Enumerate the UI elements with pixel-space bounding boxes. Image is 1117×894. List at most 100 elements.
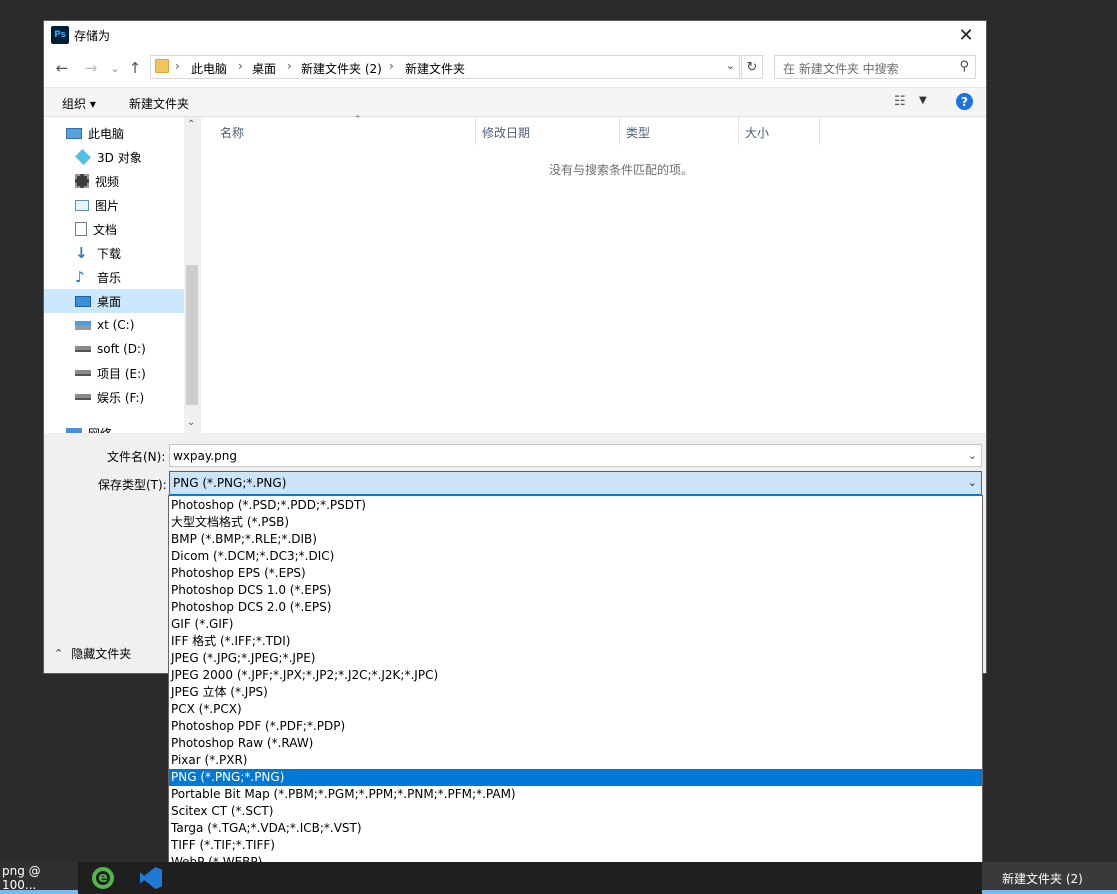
chevron-down-icon[interactable]: ⌄: [968, 476, 977, 489]
filetype-option[interactable]: Dicom (*.DCM;*.DC3;*.DIC): [169, 548, 982, 565]
folder-icon: [155, 59, 169, 73]
forward-arrow-icon[interactable]: →: [82, 59, 100, 77]
filetype-option[interactable]: JPEG 立体 (*.JPS): [169, 684, 982, 701]
picture-icon: [75, 199, 89, 211]
column-header-label: 名称: [220, 126, 245, 140]
breadcrumb-this-pc[interactable]: 此电脑: [191, 60, 227, 77]
hide-folders-button[interactable]: ⌃ 隐藏文件夹: [54, 645, 131, 662]
filetype-option[interactable]: Photoshop DCS 1.0 (*.EPS): [169, 582, 982, 599]
filetype-option[interactable]: PNG (*.PNG;*.PNG): [169, 769, 982, 786]
chevron-up-icon[interactable]: ⌃: [187, 119, 195, 130]
drive-icon: [75, 320, 91, 330]
sidebar-item-drive-c[interactable]: xt (C:): [44, 313, 184, 337]
filetype-option[interactable]: Photoshop PDF (*.PDF;*.PDP): [169, 718, 982, 735]
sidebar-item-3d-objects[interactable]: 3D 对象: [44, 145, 184, 169]
address-bar[interactable]: › 此电脑 › 桌面 › 新建文件夹 (2) › 新建文件夹 ⌄: [150, 55, 740, 79]
sort-ascending-icon: ⌃: [354, 115, 362, 125]
sidebar-item-label: xt (C:): [97, 318, 135, 332]
column-header-size[interactable]: 大小: [739, 117, 820, 145]
filetype-value: PNG (*.PNG;*.PNG): [173, 476, 287, 490]
view-options-icon[interactable]: ☷: [894, 94, 906, 109]
sidebar-item-label: 文档: [93, 222, 118, 237]
sidebar-item-drive-f[interactable]: 娱乐 (F:): [44, 385, 184, 409]
filetype-option[interactable]: GIF (*.GIF): [169, 616, 982, 633]
filetype-option[interactable]: JPEG 2000 (*.JPF;*.JPX;*.JP2;*.J2C;*.J2K…: [169, 667, 982, 684]
command-bar: 组织 ▾ 新建文件夹 ☷ ▼ ?: [44, 87, 986, 117]
filetype-option[interactable]: TIFF (*.TIF;*.TIFF): [169, 837, 982, 854]
sidebar-item-label: 视频: [95, 174, 120, 189]
sidebar-item-pictures[interactable]: 图片: [44, 193, 184, 217]
back-arrow-icon[interactable]: ←: [53, 59, 71, 77]
chevron-down-icon[interactable]: ⌄: [968, 449, 977, 462]
filetype-option[interactable]: Targa (*.TGA;*.VDA;*.ICB;*.VST): [169, 820, 982, 837]
search-icon[interactable]: ⚲: [959, 59, 969, 74]
sidebar-item-music[interactable]: ♪ 音乐: [44, 265, 184, 289]
sidebar-item-desktop[interactable]: 桌面: [44, 289, 184, 313]
chevron-down-icon[interactable]: ▼: [919, 95, 927, 106]
sidebar-item-label: 网络: [88, 425, 112, 434]
breadcrumb-new-folder-2[interactable]: 新建文件夹 (2): [301, 60, 382, 77]
music-icon: ♪: [75, 268, 85, 286]
taskbar-vscode-button[interactable]: [134, 862, 168, 894]
filename-label: 文件名(N):: [107, 450, 166, 464]
filetype-option[interactable]: Photoshop DCS 2.0 (*.EPS): [169, 599, 982, 616]
filename-field[interactable]: wxpay.png ⌄: [169, 444, 982, 467]
filetype-option[interactable]: Scitex CT (*.SCT): [169, 803, 982, 820]
sidebar-scrollbar[interactable]: ⌃ ⌄: [184, 117, 200, 433]
help-icon[interactable]: ?: [956, 93, 973, 110]
download-icon: ↓: [75, 244, 88, 262]
filetype-option[interactable]: BMP (*.BMP;*.RLE;*.DIB): [169, 531, 982, 548]
column-header-date[interactable]: 修改日期: [476, 117, 620, 145]
breadcrumb-desktop[interactable]: 桌面: [252, 60, 276, 77]
filetype-option[interactable]: Photoshop EPS (*.EPS): [169, 565, 982, 582]
taskbar-browser-button[interactable]: e: [88, 862, 118, 894]
sidebar-item-this-pc[interactable]: 此电脑: [44, 121, 184, 145]
filetype-select[interactable]: PNG (*.PNG;*.PNG) ⌄: [169, 471, 982, 495]
breadcrumb-separator-icon: ›: [238, 59, 243, 73]
filetype-option[interactable]: IFF 格式 (*.IFF;*.TDI): [169, 633, 982, 650]
navigation-bar: ← → ⌄ ↑ › 此电脑 › 桌面 › 新建文件夹 (2) › 新建文件夹 ⌄…: [44, 49, 986, 87]
filetype-option[interactable]: PCX (*.PCX): [169, 701, 982, 718]
filetype-dropdown-list: Photoshop (*.PSD;*.PDD;*.PSDT) 大型文档格式 (*.…: [168, 495, 983, 887]
refresh-icon[interactable]: ↻: [741, 55, 763, 79]
organize-button[interactable]: 组织 ▾: [62, 95, 96, 112]
drive-icon: [75, 370, 91, 376]
sidebar-item-downloads[interactable]: ↓ 下载: [44, 241, 184, 265]
sidebar-item-documents[interactable]: 文档: [44, 217, 184, 241]
chevron-down-icon[interactable]: ⌄: [726, 59, 735, 72]
active-indicator: [0, 890, 78, 894]
sidebar-item-label: 音乐: [97, 270, 122, 285]
dialog-title: 存储为: [74, 29, 111, 43]
chevron-up-icon: ⌃: [54, 647, 64, 660]
breadcrumb-separator-icon: ›: [287, 59, 292, 73]
search-placeholder: 在 新建文件夹 中搜索: [783, 62, 899, 76]
close-button[interactable]: ✕: [954, 23, 978, 47]
column-header-type[interactable]: 类型: [620, 117, 739, 145]
filetype-option[interactable]: 大型文档格式 (*.PSB): [169, 514, 982, 531]
breadcrumb-separator-icon: ›: [389, 59, 394, 73]
title-bar: Ps 存储为 ✕: [44, 21, 986, 49]
filetype-option[interactable]: Portable Bit Map (*.PBM;*.PGM;*.PPM;*.PN…: [169, 786, 982, 803]
column-header-label: 大小: [745, 126, 770, 140]
column-header-name[interactable]: 名称 ⌃: [214, 115, 476, 145]
new-folder-button[interactable]: 新建文件夹: [129, 95, 189, 112]
sidebar-item-videos[interactable]: 视频: [44, 169, 184, 193]
taskbar-photoshop-label: png @ 100...: [2, 864, 41, 892]
sidebar-item-drive-d[interactable]: soft (D:): [44, 337, 184, 361]
filetype-option[interactable]: Pixar (*.PXR): [169, 752, 982, 769]
up-arrow-icon[interactable]: ↑: [126, 59, 144, 77]
sidebar-item-label: 3D 对象: [97, 150, 142, 165]
filetype-option[interactable]: JPEG (*.JPG;*.JPEG;*.JPE): [169, 650, 982, 667]
scrollbar-thumb[interactable]: [186, 265, 198, 405]
sidebar-item-network[interactable]: 网络: [44, 421, 184, 433]
filetype-option[interactable]: Photoshop (*.PSD;*.PDD;*.PSDT): [169, 497, 982, 514]
breadcrumb-new-folder[interactable]: 新建文件夹: [405, 60, 465, 77]
sidebar-item-drive-e[interactable]: 项目 (E:): [44, 361, 184, 385]
drive-icon: [75, 346, 91, 352]
recent-locations-icon[interactable]: ⌄: [106, 59, 124, 77]
search-input[interactable]: 在 新建文件夹 中搜索 ⚲: [774, 55, 976, 79]
filetype-option[interactable]: Photoshop Raw (*.RAW): [169, 735, 982, 752]
sidebar-item-label: 娱乐 (F:): [97, 390, 145, 405]
cube-icon: [75, 149, 91, 165]
chevron-down-icon[interactable]: ⌄: [187, 417, 195, 428]
